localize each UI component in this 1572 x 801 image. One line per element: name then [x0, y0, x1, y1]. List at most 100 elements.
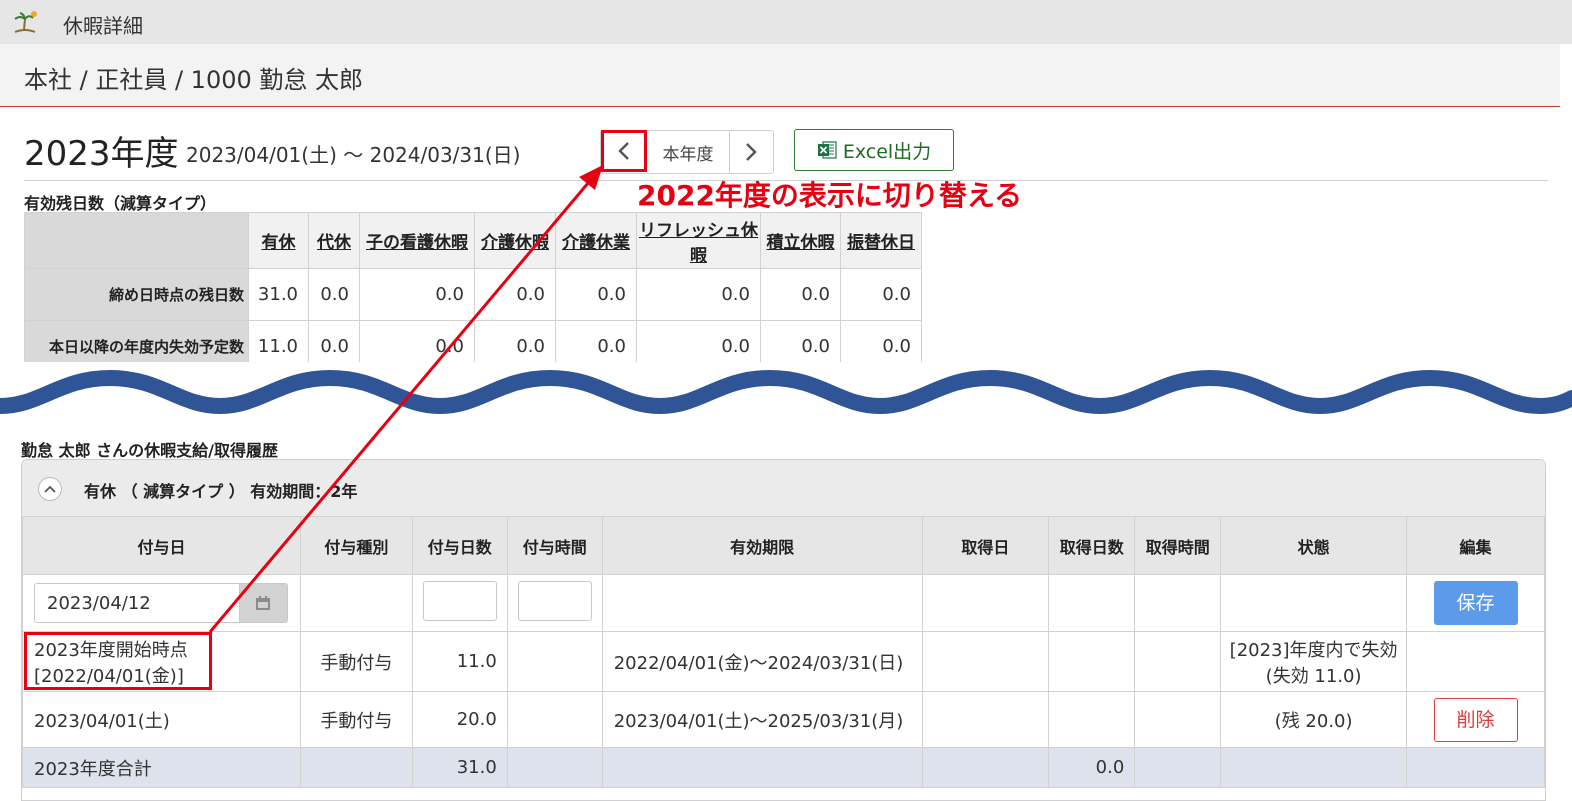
next-year-button[interactable] [729, 131, 773, 173]
table-cell [1220, 747, 1408, 788]
total-row: 2023年度合計 31.0 0.0 [22, 747, 1545, 788]
grant-days-cell: 20.0 [411, 691, 508, 748]
wave-divider [0, 362, 1572, 415]
table-cell [1134, 691, 1222, 748]
column-header: 状態 [1220, 516, 1408, 575]
table-row: 2023/04/01(土) 手動付与 20.0 2023/04/01(土)～20… [22, 691, 1545, 748]
column-header[interactable]: 介護休暇 [474, 212, 556, 269]
grant-days-cell: 11.0 [411, 631, 508, 692]
edit-cell: 削除 [1406, 691, 1545, 748]
table-cell [921, 631, 1050, 692]
column-header[interactable]: 介護休業 [555, 212, 637, 269]
excel-button-label: Excel出力 [842, 140, 932, 163]
remaining-days-title: 有効残日数（減算タイプ） [24, 194, 217, 213]
table-cell [1134, 574, 1222, 632]
fiscal-year-range: 2023/04/01(土) ～ 2024/03/31(日) [186, 143, 521, 167]
delete-button[interactable]: 削除 [1433, 697, 1518, 742]
table-cell [1048, 691, 1136, 748]
excel-export-button[interactable]: Excel出力 [794, 129, 954, 171]
table-cell: 0.0 [555, 268, 637, 321]
row-header: 締め日時点の残日数 [24, 268, 249, 321]
column-header[interactable]: 振替休日 [840, 212, 922, 269]
panel-title: 有休 （ 減算タイプ ） 有効期間：2年 [84, 482, 358, 501]
previous-year-button[interactable] [601, 130, 647, 172]
expiry-cell: 2023/04/01(土)～2025/03/31(月) [601, 691, 923, 748]
column-header: 付与日数 [411, 516, 508, 575]
column-header[interactable]: 代休 [308, 212, 360, 269]
grant-hours-cell [506, 631, 603, 692]
table-cell [1134, 631, 1222, 692]
table-cell: 31.0 [248, 268, 309, 321]
calendar-button[interactable] [240, 583, 288, 623]
history-panel: 有休 （ 減算タイプ ） 有効期間：2年 付与日 付与種別 付与日数 付与時間 … [21, 459, 1546, 801]
table-cell [1048, 574, 1136, 632]
vacation-beach-icon [14, 11, 37, 33]
excel-icon [817, 141, 837, 159]
annotation-text: 2022年度の表示に切り替える [637, 179, 1023, 212]
table-cell: 0.0 [359, 268, 475, 321]
table-cell: 0.0 [840, 268, 922, 321]
table-cell: 0.0 [636, 268, 761, 321]
table-corner [24, 212, 249, 269]
table-cell [921, 747, 1050, 788]
chevron-up-icon [44, 485, 56, 493]
expiry-cell: 2022/04/01(金)～2024/03/31(日) [601, 631, 923, 692]
table-row: 2023年度開始時点 [2022/04/01(金)] 手動付与 11.0 202… [22, 631, 1545, 692]
window-title: 休暇詳細 [63, 14, 143, 38]
column-header: 取得時間 [1134, 516, 1222, 575]
grant-type-cell: 手動付与 [299, 631, 413, 692]
table-cell [921, 691, 1050, 748]
panel-header: 有休 （ 減算タイプ ） 有効期間：2年 [22, 460, 1545, 516]
grant-date-input[interactable]: 2023/04/12 [34, 583, 240, 623]
status-line: (失効 11.0) [1265, 665, 1362, 687]
chevron-left-icon [618, 142, 629, 160]
new-entry-row: 2023/04/12 保存 [22, 574, 1545, 632]
breadcrumb: 本社 / 正社員 / 1000 勤怠 太郎 [24, 66, 364, 94]
column-header[interactable]: 積立休暇 [760, 212, 841, 269]
column-header[interactable]: リフレッシュ休暇 [636, 212, 761, 269]
grant-hours-input[interactable] [517, 580, 592, 621]
table-cell [601, 574, 923, 632]
grant-date-cell: 2023/04/12 [22, 574, 301, 632]
table-cell [1134, 747, 1222, 788]
column-header: 付与時間 [506, 516, 603, 575]
total-label: 2023年度合計 [22, 747, 301, 788]
total-taken-days: 0.0 [1048, 747, 1136, 788]
edit-cell: 保存 [1406, 574, 1545, 632]
status-cell: [2023]年度内で失効 (失効 11.0) [1220, 631, 1408, 692]
grant-hours-cell [506, 691, 603, 748]
total-grant-days: 31.0 [411, 747, 508, 788]
collapse-button[interactable] [38, 477, 62, 501]
grant-days-input[interactable] [422, 580, 497, 621]
status-line: [2023]年度内で失効 [1229, 639, 1398, 661]
table-cell: 0.0 [474, 268, 556, 321]
column-header[interactable]: 有休 [248, 212, 309, 269]
table-row: 締め日時点の残日数 31.0 0.0 0.0 0.0 0.0 0.0 0.0 0… [24, 268, 922, 321]
table-cell: 0.0 [760, 268, 841, 321]
history-title: 勤怠 太郎 さんの休暇支給/取得履歴 [21, 441, 278, 460]
column-header: 付与日 [22, 516, 301, 575]
title-bar: 休暇詳細 [0, 0, 1572, 44]
column-header: 有効期限 [601, 516, 923, 575]
column-header: 編集 [1406, 516, 1545, 575]
table-cell [1406, 747, 1545, 788]
grant-date-cell: 2023/04/01(土) [22, 691, 301, 748]
table-cell [506, 747, 603, 788]
column-header: 取得日 [921, 516, 1050, 575]
annotation-highlight-box [24, 632, 212, 690]
year-navigation: 本年度 [600, 130, 774, 174]
save-button[interactable]: 保存 [1433, 581, 1518, 625]
current-year-button[interactable]: 本年度 [647, 131, 730, 173]
grant-type-cell: 手動付与 [299, 691, 413, 748]
grant-hours-cell [506, 574, 603, 632]
grant-type-cell [299, 574, 413, 632]
grant-days-cell [411, 574, 508, 632]
column-header[interactable]: 子の看護休暇 [359, 212, 475, 269]
edit-cell [1406, 631, 1545, 692]
column-header: 取得日数 [1048, 516, 1136, 575]
table-cell [1048, 631, 1136, 692]
column-header: 付与種別 [299, 516, 413, 575]
table-cell [921, 574, 1050, 632]
breadcrumb-bar: 本社 / 正社員 / 1000 勤怠 太郎 [0, 44, 1560, 107]
history-table: 付与日 付与種別 付与日数 付与時間 有効期限 取得日 取得日数 取得時間 状態… [22, 516, 1545, 788]
